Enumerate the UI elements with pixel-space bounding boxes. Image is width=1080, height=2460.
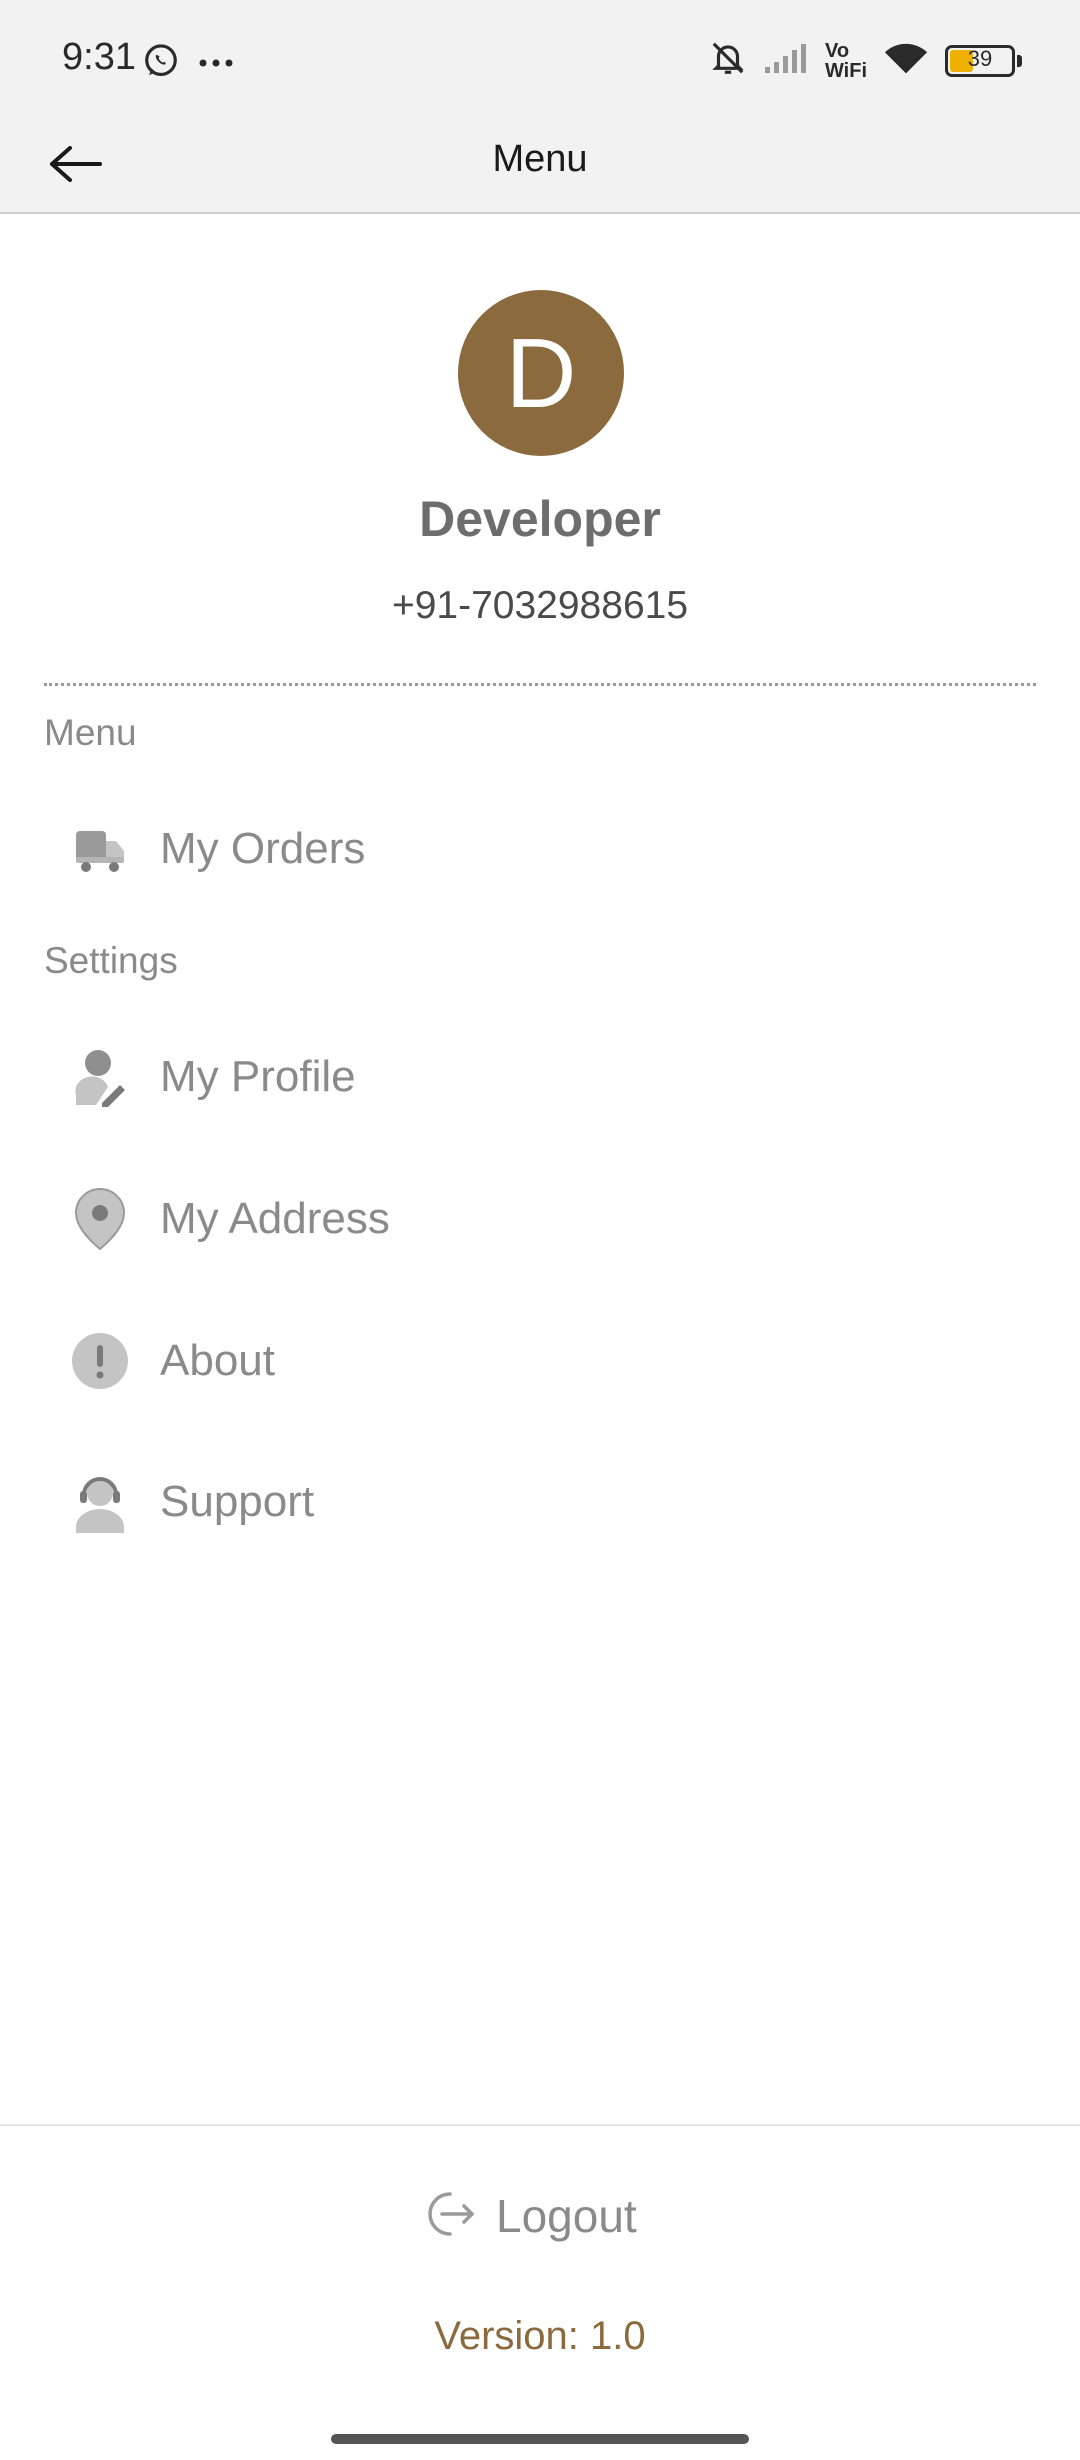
location-pin-icon	[62, 1181, 138, 1257]
section-label-menu: Menu	[44, 712, 137, 753]
menu-item-my-orders[interactable]: My Orders	[44, 794, 1036, 904]
logout-button[interactable]: Logout	[420, 2176, 637, 2256]
info-exclamation-icon	[62, 1323, 138, 1399]
menu-item-label: About	[160, 1336, 275, 1385]
menu-item-label: Support	[160, 1477, 315, 1526]
menu-item-support[interactable]: Support	[44, 1447, 1036, 1557]
app-header: Menu	[0, 118, 1080, 214]
menu-screen: 9:31 Vo WiFi 39 Menu D Developer +91-703…	[0, 0, 1080, 2460]
home-indicator[interactable]	[331, 2434, 749, 2444]
support-headset-icon	[62, 1464, 138, 1540]
whatsapp-icon	[142, 42, 180, 85]
menu-item-label: My Profile	[160, 1052, 356, 1101]
divider	[44, 683, 1036, 686]
menu-item-my-address[interactable]: My Address	[44, 1164, 1036, 1274]
wifi-icon	[883, 40, 929, 81]
back-button[interactable]	[44, 140, 108, 192]
footer-divider	[0, 2124, 1080, 2126]
menu-item-about[interactable]: About	[44, 1306, 1036, 1416]
profile-name: Developer	[419, 491, 661, 547]
delivery-truck-icon	[62, 811, 138, 887]
battery-level: 39	[967, 45, 993, 71]
back-arrow-icon	[48, 144, 104, 189]
page-title: Menu	[492, 138, 588, 180]
status-bar: 9:31 Vo WiFi 39	[0, 0, 1080, 118]
more-notifications-icon	[198, 55, 234, 73]
logout-icon	[420, 2186, 476, 2247]
mute-bell-icon	[709, 38, 747, 83]
menu-item-my-profile[interactable]: My Profile	[44, 1022, 1036, 1132]
section-label-settings: Settings	[44, 940, 178, 981]
user-edit-icon	[62, 1039, 138, 1115]
logout-label: Logout	[496, 2190, 637, 2242]
menu-item-label: My Orders	[160, 824, 366, 873]
battery-icon: 39	[945, 44, 1022, 77]
signal-strength-icon	[763, 41, 809, 80]
vowifi-indicator: Vo WiFi	[824, 39, 867, 82]
menu-item-label: My Address	[160, 1194, 390, 1243]
profile-phone: +91-7032988615	[391, 584, 689, 627]
app-version: Version: 1.0	[434, 2314, 646, 2358]
avatar: D	[458, 290, 624, 456]
status-time: 9:31	[62, 36, 136, 78]
